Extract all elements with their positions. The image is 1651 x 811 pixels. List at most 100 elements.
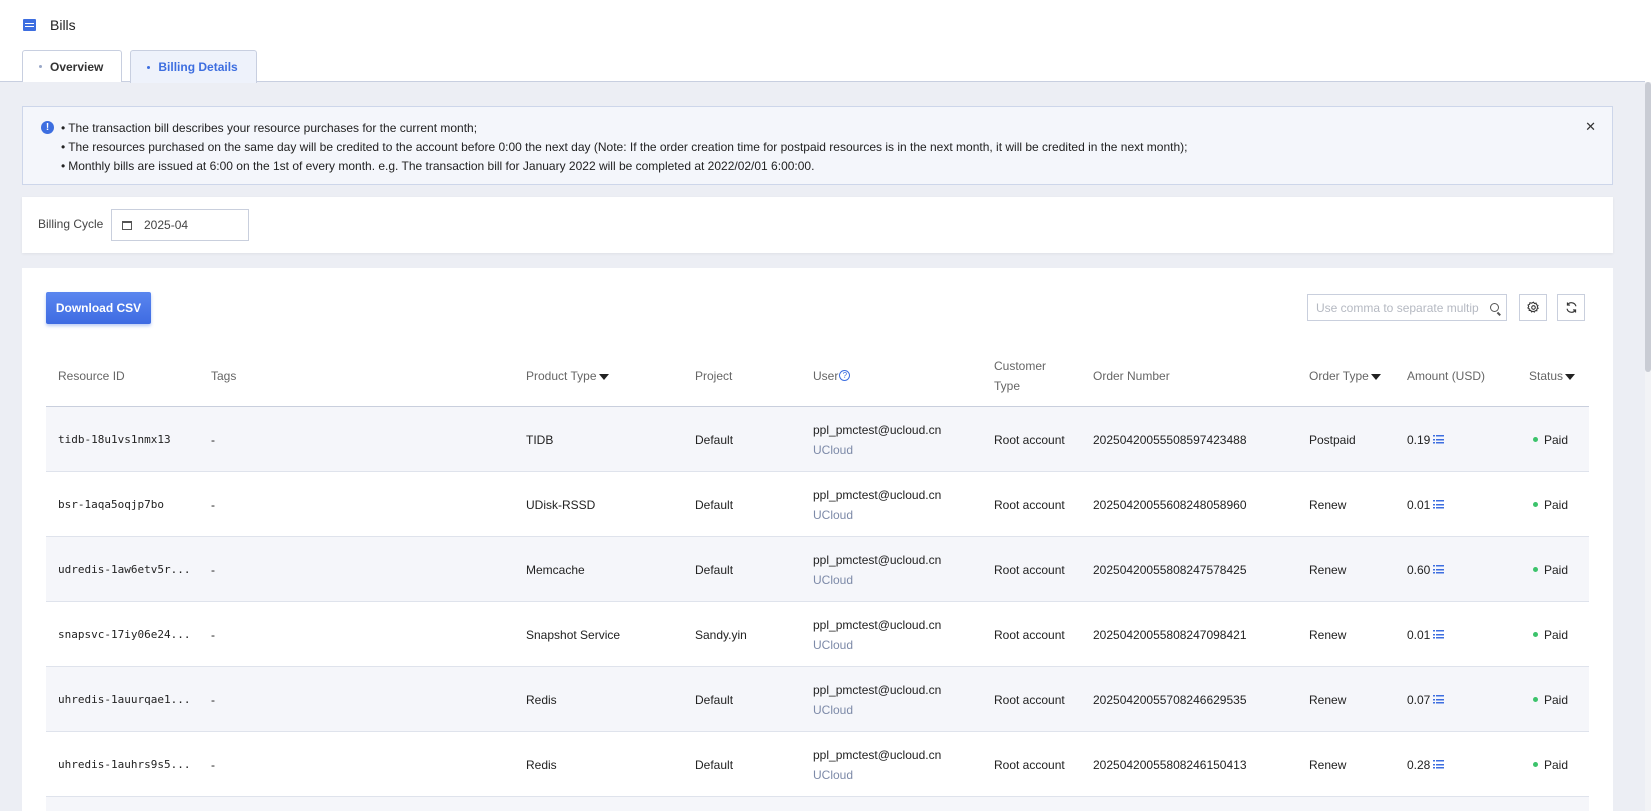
close-icon[interactable]: ✕ xyxy=(1585,119,1596,135)
status-text: Paid xyxy=(1544,692,1569,707)
project-cell: Default xyxy=(695,692,734,707)
status-text: Paid xyxy=(1544,432,1569,447)
status-cell: Paid xyxy=(1529,667,1568,732)
user-org: UCloud xyxy=(813,442,854,457)
details-list-icon[interactable] xyxy=(1433,630,1445,639)
resource-id-cell[interactable]: tidb-18u1vs1nmx13 xyxy=(58,407,171,472)
user-cell: ppl_pmctest@ucloud.cn UCloud xyxy=(813,732,941,797)
details-list-icon[interactable] xyxy=(1433,435,1445,444)
status-cell: Paid xyxy=(1529,407,1568,472)
tags-cell: - xyxy=(211,432,215,447)
user-email: ppl_pmctest@ucloud.cn xyxy=(813,422,942,437)
order-number-cell: 20250420055708246629535 xyxy=(1093,692,1247,707)
tab-label: Overview xyxy=(50,59,104,74)
status-dot-icon xyxy=(1533,502,1538,507)
amount-cell: 0.01 xyxy=(1407,472,1445,537)
product-type-cell: UDisk-RSSD xyxy=(526,497,596,512)
notice-line: The transaction bill describes your reso… xyxy=(61,119,1187,138)
status-cell: Paid xyxy=(1529,732,1568,797)
col-customer-type: Customer Type xyxy=(994,358,1047,393)
tab-bar: Overview Billing Details xyxy=(22,50,265,83)
col-project: Project xyxy=(695,368,733,383)
order-type-cell: Renew xyxy=(1309,692,1347,707)
user-email: ppl_pmctest@ucloud.cn xyxy=(813,617,942,632)
user-cell: ppl_pmctest@ucloud.cn UCloud xyxy=(813,537,941,602)
table-row: uhredis-1auurqae1... - Redis Default ppl… xyxy=(46,667,1589,732)
table-row-partial xyxy=(46,797,1589,811)
order-number-cell: 20250420055508597423488 xyxy=(1093,432,1247,447)
col-resource-id: Resource ID xyxy=(58,368,125,383)
tab-overview[interactable]: Overview xyxy=(22,50,123,82)
resource-id-cell[interactable]: uhredis-1auhrs9s5... xyxy=(58,732,190,797)
tags-cell: - xyxy=(211,562,215,577)
tab-billing-details[interactable]: Billing Details xyxy=(130,50,257,83)
order-type-cell: Postpaid xyxy=(1309,432,1356,447)
project-cell: Default xyxy=(695,757,734,772)
status-text: Paid xyxy=(1544,497,1569,512)
col-status[interactable]: Status xyxy=(1529,344,1576,407)
resource-id-cell[interactable]: udredis-1aw6etv5r... xyxy=(58,537,190,602)
info-notice: ! The transaction bill describes your re… xyxy=(22,106,1613,185)
user-org: UCloud xyxy=(813,507,854,522)
details-list-icon[interactable] xyxy=(1433,500,1445,509)
refresh-icon xyxy=(1565,302,1577,313)
notice-list: The transaction bill describes your reso… xyxy=(61,119,1187,176)
download-csv-button[interactable]: Download CSV xyxy=(46,292,151,324)
amount-value: 0.01 xyxy=(1407,627,1431,642)
top-header: Bills Overview Billing Details xyxy=(0,0,1645,83)
scrollbar-thumb[interactable] xyxy=(1645,82,1651,372)
resource-id-cell[interactable]: bsr-1aqa5oqjp7bo xyxy=(58,472,164,537)
filter-icon[interactable] xyxy=(598,373,609,380)
order-type-cell: Renew xyxy=(1309,562,1347,577)
refresh-button[interactable] xyxy=(1557,294,1585,321)
user-org: UCloud xyxy=(813,767,854,782)
tags-cell: - xyxy=(211,497,215,512)
search-icon[interactable] xyxy=(1490,303,1499,312)
help-icon[interactable]: ? xyxy=(839,370,851,381)
col-order-type[interactable]: Order Type xyxy=(1309,344,1381,407)
billing-cycle-picker[interactable]: 2025-04 xyxy=(111,209,249,241)
details-list-icon[interactable] xyxy=(1433,760,1445,769)
status-dot-icon xyxy=(1533,567,1538,572)
amount-cell: 0.01 xyxy=(1407,602,1445,667)
details-list-icon[interactable] xyxy=(1433,695,1445,704)
filter-icon[interactable] xyxy=(1370,373,1381,380)
product-type-cell: Memcache xyxy=(526,562,585,577)
calendar-icon xyxy=(122,220,132,230)
settings-button[interactable] xyxy=(1519,294,1547,321)
table-row: uhredis-1auhrs9s5... - Redis Default ppl… xyxy=(46,732,1589,797)
amount-value: 0.07 xyxy=(1407,692,1431,707)
notice-line: The resources purchased on the same day … xyxy=(61,138,1187,157)
status-cell: Paid xyxy=(1529,472,1568,537)
amount-cell: 0.28 xyxy=(1407,732,1445,797)
table-row: snapsvc-17iy06e24... - Snapshot Service … xyxy=(46,602,1589,667)
order-type-cell: Renew xyxy=(1309,627,1347,642)
resource-id-cell[interactable]: uhredis-1auurqae1... xyxy=(58,667,190,732)
order-number-cell: 20250420055808247578425 xyxy=(1093,562,1247,577)
status-text: Paid xyxy=(1544,562,1569,577)
details-list-icon[interactable] xyxy=(1433,565,1445,574)
order-type-cell: Renew xyxy=(1309,757,1347,772)
user-cell: ppl_pmctest@ucloud.cn UCloud xyxy=(813,602,941,667)
user-email: ppl_pmctest@ucloud.cn xyxy=(813,552,942,567)
col-label: Order Type xyxy=(1309,368,1369,383)
customer-type-cell: Root account xyxy=(994,562,1065,577)
product-type-cell: Snapshot Service xyxy=(526,627,621,642)
table-row: bsr-1aqa5oqjp7bo - UDisk-RSSD Default pp… xyxy=(46,472,1589,537)
search-input[interactable] xyxy=(1316,300,1486,315)
project-cell: Default xyxy=(695,497,734,512)
col-order-number: Order Number xyxy=(1093,368,1170,383)
col-product-type[interactable]: Product Type xyxy=(526,344,609,407)
status-text: Paid xyxy=(1544,627,1569,642)
order-type-cell: Renew xyxy=(1309,497,1347,512)
filter-icon[interactable] xyxy=(1565,373,1576,380)
notice-line: Monthly bills are issued at 6:00 on the … xyxy=(61,157,1187,176)
resource-id-cell[interactable]: snapsvc-17iy06e24... xyxy=(58,602,190,667)
page-scrollbar[interactable] xyxy=(1645,82,1651,811)
product-type-cell: Redis xyxy=(526,692,557,707)
amount-cell: 0.07 xyxy=(1407,667,1445,732)
status-text: Paid xyxy=(1544,757,1569,772)
table-row: udredis-1aw6etv5r... - Memcache Default … xyxy=(46,537,1589,602)
page-title: Bills xyxy=(50,17,76,33)
status-dot-icon xyxy=(1533,762,1538,767)
